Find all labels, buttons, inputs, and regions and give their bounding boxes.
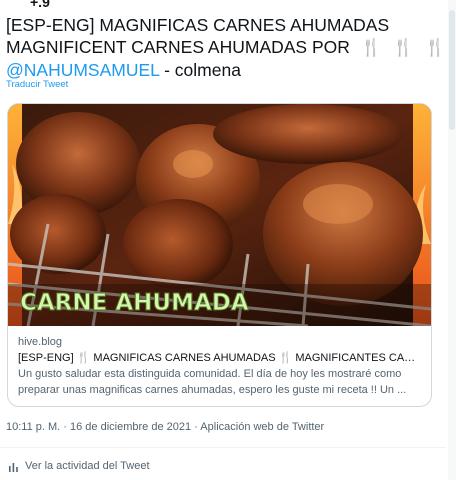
bar-chart-icon [9, 462, 18, 472]
card-image-overlay-text: CARNE AHUMADA [20, 290, 249, 316]
tweet-line-1: [ESP-ENG] MAGNIFICAS CARNES AHUMADAS [6, 15, 390, 35]
clipped-header-text: +.9 [30, 0, 50, 10]
card-image[interactable]: CARNE AHUMADA [8, 104, 431, 326]
scrollbar[interactable] [448, 0, 456, 480]
mention-link[interactable]: @NAHUMSAMUEL [6, 60, 159, 80]
fork-knife-icon: 🍴 [392, 38, 414, 57]
card-description: Un gusto saludar esta distinguida comuni… [18, 366, 423, 398]
card-title: [ESP-ENG] 🍴 MAGNIFICAS CARNES AHUMADAS 🍴… [18, 352, 423, 364]
scrollbar-thumb[interactable] [449, 10, 455, 130]
tweet-meta: 10:11 p. M. · 16 de diciembre de 2021 · … [6, 421, 324, 433]
fork-knife-icon: 🍴 [424, 38, 447, 57]
divider [0, 447, 446, 448]
fork-knife-icon: 🍴 [360, 38, 382, 57]
meta-separator: · [63, 421, 67, 433]
card-description-line-1: Un gusto saludar esta distinguida comuni… [18, 368, 402, 380]
card-meta: hive.blog [ESP-ENG] 🍴 MAGNIFICAS CARNES … [18, 334, 423, 398]
tweet-line-2-text: MAGNIFICENT CARNES AHUMADAS POR [6, 37, 350, 57]
tweet-time[interactable]: 10:11 p. M. [6, 421, 60, 433]
link-preview-card[interactable]: CARNE AHUMADA hive.blog [ESP-ENG] 🍴 MAGN… [7, 103, 432, 407]
tweet-text: [ESP-ENG] MAGNIFICAS CARNES AHUMADAS MAG… [6, 14, 446, 81]
card-domain: hive.blog [18, 336, 63, 348]
tweet-date[interactable]: 16 de diciembre de 2021 [70, 421, 191, 433]
translate-tweet-link[interactable]: Traducir Tweet [6, 79, 68, 90]
tweet-suffix: - colmena [159, 60, 241, 80]
meta-separator: · [194, 421, 198, 433]
tweet-line-2: MAGNIFICENT CARNES AHUMADAS POR 🍴 🍴 🍴 [6, 36, 446, 59]
tweet-activity-link[interactable]: Ver la actividad del Tweet [8, 460, 150, 472]
tweet-source[interactable]: Aplicación web de Twitter [200, 421, 324, 433]
card-description-line-2: preparar unas magnificas carnes ahumadas… [18, 384, 407, 396]
tweet-activity-label: Ver la actividad del Tweet [25, 460, 150, 472]
tweet-line-3: @NAHUMSAMUEL - colmena [6, 59, 446, 81]
